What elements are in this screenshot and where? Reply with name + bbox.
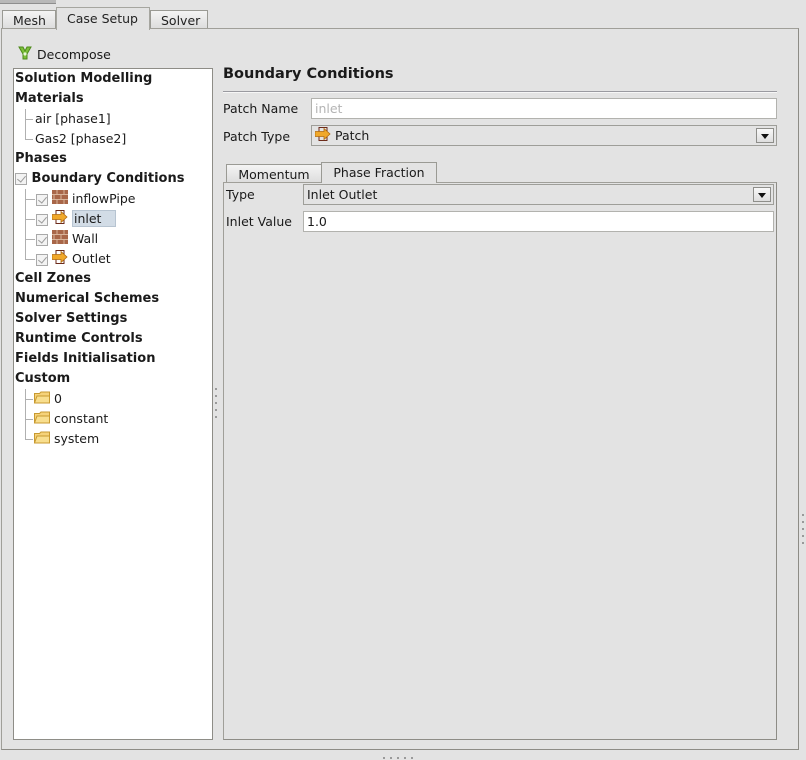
tab-momentum[interactable]: Momentum xyxy=(226,164,322,183)
tree-item-label: inflowPipe xyxy=(71,191,136,206)
patch-type-select[interactable]: Patch xyxy=(311,125,777,146)
patch-type-value: Patch xyxy=(335,128,370,143)
tree-item-patch-wall[interactable]: Wall xyxy=(36,229,98,249)
chevron-down-icon[interactable] xyxy=(756,128,774,143)
tree-connector xyxy=(25,219,35,220)
patch-icon xyxy=(314,127,331,144)
phase-fraction-panel xyxy=(223,182,777,740)
decompose-button[interactable]: Decompose xyxy=(17,45,111,63)
patch-name-label: Patch Name xyxy=(223,101,299,116)
tree-item-cell-zones[interactable]: Cell Zones xyxy=(15,269,91,289)
patch-name-input[interactable] xyxy=(311,98,777,119)
patch-type-label: Patch Type xyxy=(223,129,291,144)
tree-item-numerical-schemes[interactable]: Numerical Schemes xyxy=(15,289,159,309)
tree-connector xyxy=(25,119,33,120)
folder-icon xyxy=(33,430,50,450)
tree-item-label: Boundary Conditions xyxy=(31,171,185,186)
panel-title: Boundary Conditions xyxy=(223,66,394,82)
right-splitter-handle[interactable] xyxy=(802,514,805,549)
case-tree[interactable]: Solution Modelling Materials air [phase1… xyxy=(13,68,213,740)
tree-item-solution-modelling[interactable]: Solution Modelling xyxy=(15,69,152,89)
tree-connector xyxy=(25,399,33,400)
checkbox-outlet[interactable] xyxy=(36,253,48,266)
tree-item-folder-0[interactable]: 0 xyxy=(33,389,62,410)
tab-case-setup[interactable]: Case Setup xyxy=(56,7,150,30)
tab-phase-fraction[interactable]: Phase Fraction xyxy=(321,162,437,183)
tree-item-folder-system[interactable]: system xyxy=(33,429,100,450)
type-select[interactable]: Inlet Outlet xyxy=(303,184,774,205)
patch-icon xyxy=(51,209,68,230)
checkbox-inflowpipe[interactable] xyxy=(36,193,48,206)
tree-item-patch-outlet[interactable]: Outlet xyxy=(36,249,111,269)
title-divider xyxy=(223,91,777,93)
tree-connector xyxy=(25,439,33,440)
bottom-splitter-handle[interactable] xyxy=(383,757,413,759)
tree-item-boundary-conditions[interactable]: Boundary Conditions xyxy=(15,169,184,189)
tree-item-fields-initialisation[interactable]: Fields Initialisation xyxy=(15,349,155,369)
tree-item-runtime-controls[interactable]: Runtime Controls xyxy=(15,329,143,349)
tree-item-phases[interactable]: Phases xyxy=(15,149,67,169)
checkbox-boundary-conditions[interactable] xyxy=(15,172,27,185)
tree-item-material[interactable]: air [phase1] xyxy=(35,109,111,129)
tree-item-label: system xyxy=(53,431,100,446)
tree-connector xyxy=(25,259,35,260)
folder-icon xyxy=(33,390,50,410)
tree-item-label: constant xyxy=(53,411,109,426)
tree-connector xyxy=(25,199,35,200)
tree-item-label: Wall xyxy=(71,231,99,246)
tree-connector xyxy=(25,109,26,139)
checkbox-wall[interactable] xyxy=(36,233,48,246)
inlet-value-label: Inlet Value xyxy=(226,214,292,229)
type-value: Inlet Outlet xyxy=(307,187,378,202)
vertical-splitter-handle[interactable] xyxy=(215,388,218,423)
decompose-label: Decompose xyxy=(37,46,111,62)
tab-solver[interactable]: Solver xyxy=(150,10,208,29)
folder-icon xyxy=(33,410,50,430)
tree-connector xyxy=(25,419,33,420)
window-top-stub xyxy=(0,0,56,4)
patch-icon xyxy=(51,249,68,270)
tree-connector xyxy=(25,139,33,140)
inlet-value-input[interactable] xyxy=(303,211,774,232)
tree-item-custom[interactable]: Custom xyxy=(15,369,70,389)
decompose-icon xyxy=(17,45,33,64)
type-label: Type xyxy=(226,187,255,202)
checkbox-inlet[interactable] xyxy=(36,213,48,226)
wall-icon xyxy=(51,189,68,210)
tree-item-label: Outlet xyxy=(71,251,111,266)
tree-item-label: 0 xyxy=(53,391,62,406)
tree-item-material[interactable]: Gas2 [phase2] xyxy=(35,129,126,149)
tab-mesh[interactable]: Mesh xyxy=(2,10,56,29)
tree-item-solver-settings[interactable]: Solver Settings xyxy=(15,309,127,329)
tree-item-patch-inflowpipe[interactable]: inflowPipe xyxy=(36,189,135,209)
tree-item-folder-constant[interactable]: constant xyxy=(33,409,109,430)
tree-item-materials[interactable]: Materials xyxy=(15,89,84,109)
tree-connector xyxy=(25,389,26,439)
wall-icon xyxy=(51,229,68,250)
tree-connector xyxy=(25,239,35,240)
tree-item-patch-inlet[interactable]: inlet xyxy=(36,209,117,230)
tree-item-label: inlet xyxy=(71,210,117,227)
chevron-down-icon[interactable] xyxy=(753,187,771,202)
